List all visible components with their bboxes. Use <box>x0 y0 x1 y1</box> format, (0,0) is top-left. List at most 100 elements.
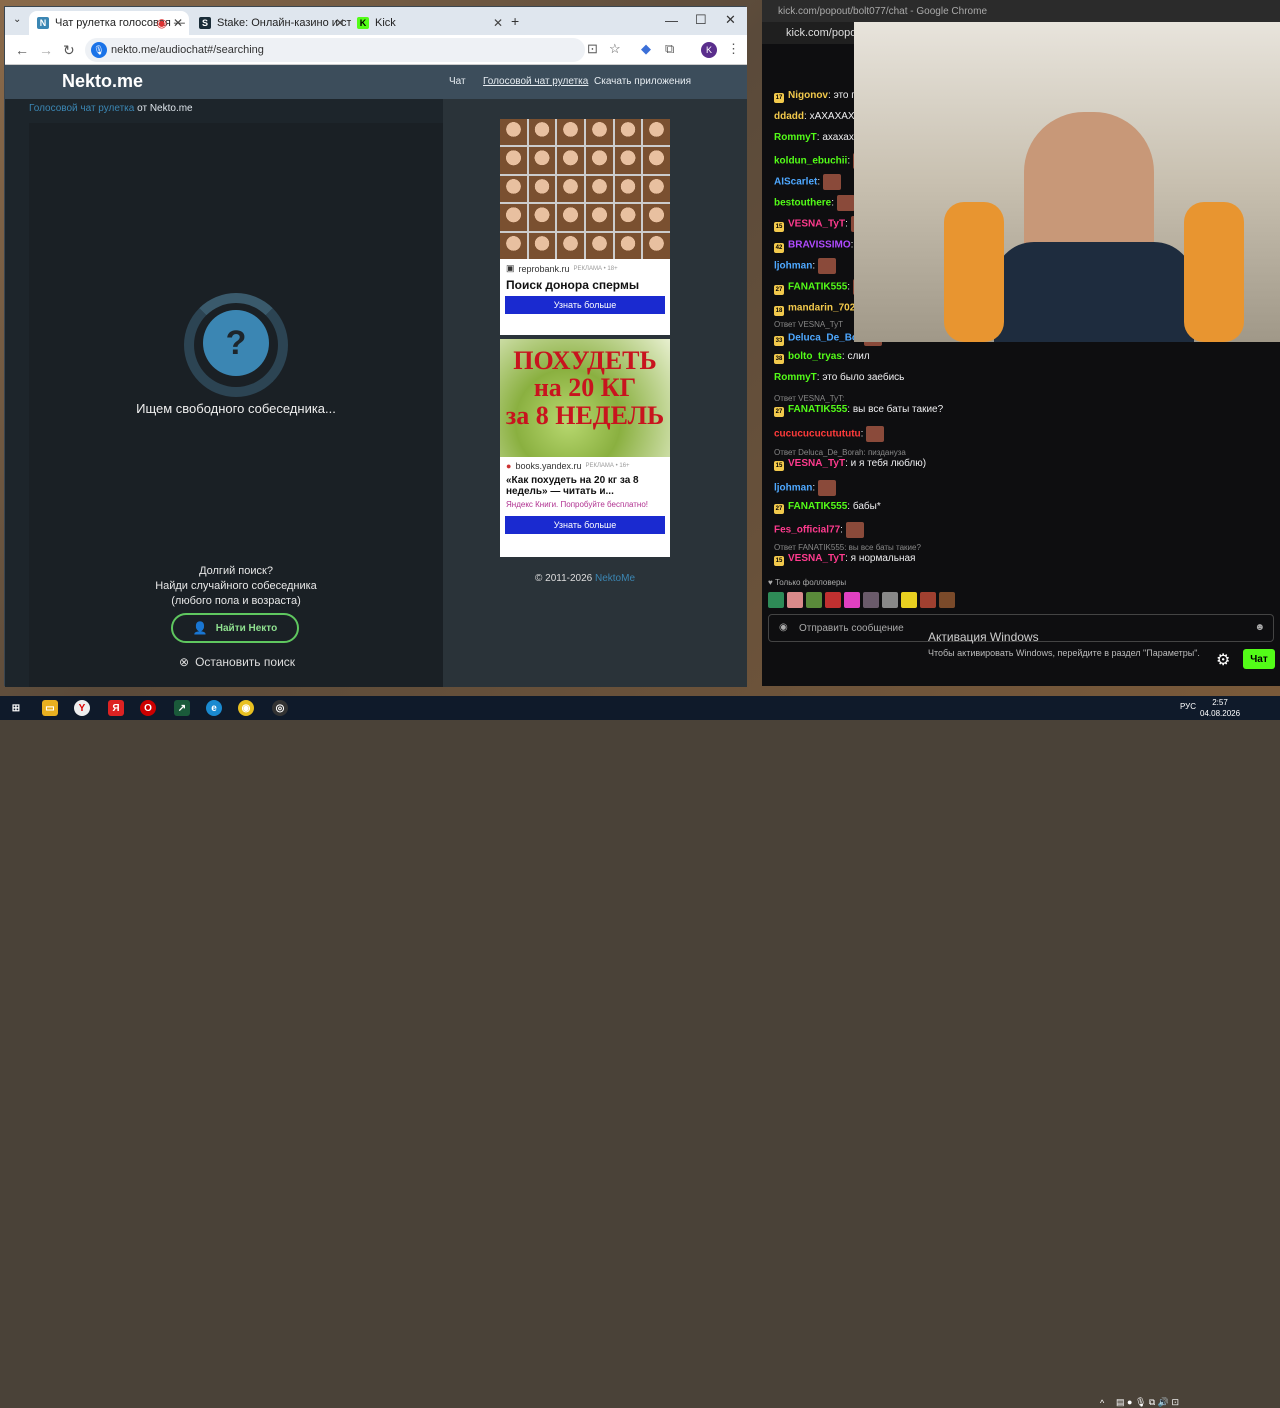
reload-icon[interactable]: ↻ <box>63 42 75 59</box>
ad-source: ▣ reprobank.ru РЕКЛАМА • 18+ <box>500 259 670 278</box>
taskbar: ⊞ ▭ Y Я O ↗ e ◉ ◎ ^ ▤ ● 🎙 ⧉ 🔊 ⊡ <box>0 696 1280 1408</box>
kick-favicon-icon: K <box>357 17 369 29</box>
file-explorer-icon[interactable]: ▭ <box>42 700 58 716</box>
find-random-text: Найди случайного собеседника <box>155 580 317 592</box>
tab-close-icon[interactable]: ✕ <box>335 16 345 30</box>
opera-icon[interactable]: O <box>140 700 156 716</box>
chat-message: 15 VESNA_TyT: и я тебя люблю) <box>774 458 926 471</box>
chat-username[interactable]: FANATIK555 <box>788 282 847 293</box>
gear-icon[interactable]: ⚙ <box>1216 650 1230 670</box>
tray-chevron-icon[interactable]: ^ <box>1100 1398 1104 1408</box>
chat-username[interactable]: AIScarlet <box>774 177 817 188</box>
chrome-icon[interactable]: ◉ <box>238 700 254 716</box>
chat-username[interactable]: BRAVISSIMO <box>788 240 851 251</box>
nekto-logo[interactable]: Nekto.me <box>62 71 143 92</box>
chair-left <box>944 202 1004 342</box>
microphone-icon[interactable]: 🎙 <box>91 42 107 58</box>
chat-username[interactable]: cucucucucutututu <box>774 429 861 440</box>
emote-icon[interactable] <box>787 592 803 608</box>
tab-close-icon[interactable]: ✕ <box>493 16 503 30</box>
emote-icon[interactable] <box>844 592 860 608</box>
chat-settings-icon[interactable]: ◉ <box>779 622 788 633</box>
popout-url: kick.com/popou <box>762 22 862 44</box>
extension-icon[interactable]: ◆ <box>641 41 651 57</box>
profile-avatar[interactable]: K <box>701 42 717 58</box>
kebab-menu-icon[interactable]: ⋮ <box>727 41 740 57</box>
nav-chat[interactable]: Чат <box>449 76 466 87</box>
send-placeholder: Отправить сообщение <box>799 622 904 634</box>
browser-window-kick-chat: kick.com/popout/bolt077/chat - Google Ch… <box>762 0 1280 686</box>
clock[interactable]: 2:57 04.08.2026 <box>1200 697 1240 719</box>
maximize-icon[interactable]: ☐ <box>695 12 707 28</box>
chat-username[interactable]: koldun_ebuchii <box>774 156 847 167</box>
chat-username[interactable]: ljohman <box>774 483 812 494</box>
extensions-puzzle-icon[interactable]: ⧉ <box>665 41 674 57</box>
url-field[interactable]: 🎙 nekto.me/audiochat#/searching <box>85 38 585 62</box>
chat-message: ljohman: <box>774 480 838 496</box>
ad-donor[interactable]: ▣ reprobank.ru РЕКЛАМА • 18+ Поиск донора … <box>500 119 670 335</box>
minimize-icon[interactable]: — <box>665 13 678 28</box>
bookmark-star-icon[interactable]: ☆ <box>609 41 621 57</box>
ad-diet[interactable]: ПОХУДЕТЬ на 20 КГ за 8 НЕДЕЛЬ ● books.yan… <box>500 339 670 557</box>
emote-icon[interactable] <box>939 592 955 608</box>
chat-username[interactable]: Fes_official77 <box>774 525 840 536</box>
tab-nekto[interactable]: N Чат рулетка голосовая — ◉ ✕ <box>29 11 189 35</box>
chat-username[interactable]: FANATIK555 <box>788 404 847 415</box>
sub-badge-icon: 15 <box>774 221 784 232</box>
emote-icon[interactable] <box>920 592 936 608</box>
yandex-browser-icon[interactable]: Y <box>74 700 90 716</box>
window-title-text: kick.com/popout/bolt077/chat - Google Ch… <box>778 5 987 17</box>
forward-arrow-icon[interactable]: → <box>39 42 53 58</box>
emote-icon[interactable] <box>863 592 879 608</box>
chat-username[interactable]: FANATIK555 <box>788 501 847 512</box>
chat-username[interactable]: bestouthere <box>774 198 831 209</box>
back-arrow-icon[interactable]: ← <box>15 42 29 58</box>
emote-icon[interactable] <box>901 592 917 608</box>
install-app-icon[interactable]: ⊡ <box>587 41 598 57</box>
chat-username[interactable]: RommyT <box>774 372 817 383</box>
obs-icon[interactable]: ◎ <box>272 700 288 716</box>
chat-colon: : <box>845 218 851 230</box>
ad-learn-more-button[interactable]: Узнать больше <box>505 296 665 314</box>
emote-icon[interactable] <box>825 592 841 608</box>
tab-close-icon[interactable]: ✕ <box>173 16 183 30</box>
chat-message: bestouthere: <box>774 195 857 211</box>
breadcrumb-link[interactable]: Голосовой чат рулетка <box>29 103 134 114</box>
chat-send-button[interactable]: Чат <box>1243 649 1275 669</box>
find-nekto-button[interactable]: 👤 Найти Некто <box>171 613 299 643</box>
emote-icon[interactable] <box>768 592 784 608</box>
chat-username[interactable]: bolto_tryas <box>788 351 842 362</box>
tray-icons[interactable]: ▤ ● 🎙 ⧉ 🔊 ⊡ <box>1116 1397 1179 1408</box>
chat-username[interactable]: Nigonov <box>788 90 828 101</box>
chat-username[interactable]: mandarin_702 <box>788 303 855 314</box>
footer-copyright: © 2011-2026 NektoMe <box>500 573 670 584</box>
yandex-icon[interactable]: Я <box>108 700 124 716</box>
new-tab-plus-icon[interactable]: + <box>511 13 519 29</box>
tab-kick[interactable]: K Kick ✕ <box>349 11 509 35</box>
chat-username[interactable]: ljohman <box>774 261 812 272</box>
app-icon[interactable]: ↗ <box>174 700 190 716</box>
emoji-icon[interactable]: ☻ <box>1254 622 1265 633</box>
edge-icon[interactable]: e <box>206 700 222 716</box>
tab-search-chevron-icon[interactable]: ⌄ <box>13 14 21 25</box>
chat-username[interactable]: VESNA_TyT <box>788 553 845 564</box>
chat-username[interactable]: RommyT <box>774 132 817 143</box>
close-window-icon[interactable]: ✕ <box>725 12 736 28</box>
nav-download-apps[interactable]: Скачать приложения <box>594 76 691 87</box>
chat-emote-icon <box>836 195 855 211</box>
tab-stake[interactable]: S Stake: Онлайн-казино и ставк ✕ <box>191 11 351 35</box>
ad-image-line-2: на 20 КГ <box>533 373 637 403</box>
windows-start-icon[interactable]: ⊞ <box>8 700 24 716</box>
emote-icon[interactable] <box>806 592 822 608</box>
stop-search-button[interactable]: ⊗ Остановить поиск <box>179 655 295 669</box>
chat-username[interactable]: VESNA_TyT <box>788 458 845 469</box>
emote-icon[interactable] <box>882 592 898 608</box>
language-indicator[interactable]: РУС <box>1180 702 1196 711</box>
chat-emote-icon <box>822 174 841 190</box>
nav-voice-roulette[interactable]: Голосовой чат рулетка <box>483 76 588 87</box>
chat-username[interactable]: Deluca_De_Bo <box>788 333 858 344</box>
footer-link[interactable]: NektoMe <box>595 573 635 584</box>
chat-username[interactable]: VESNA_TyT <box>788 219 845 230</box>
ad-learn-more-button[interactable]: Узнать больше <box>505 516 665 534</box>
chat-username[interactable]: ddadd <box>774 111 804 122</box>
